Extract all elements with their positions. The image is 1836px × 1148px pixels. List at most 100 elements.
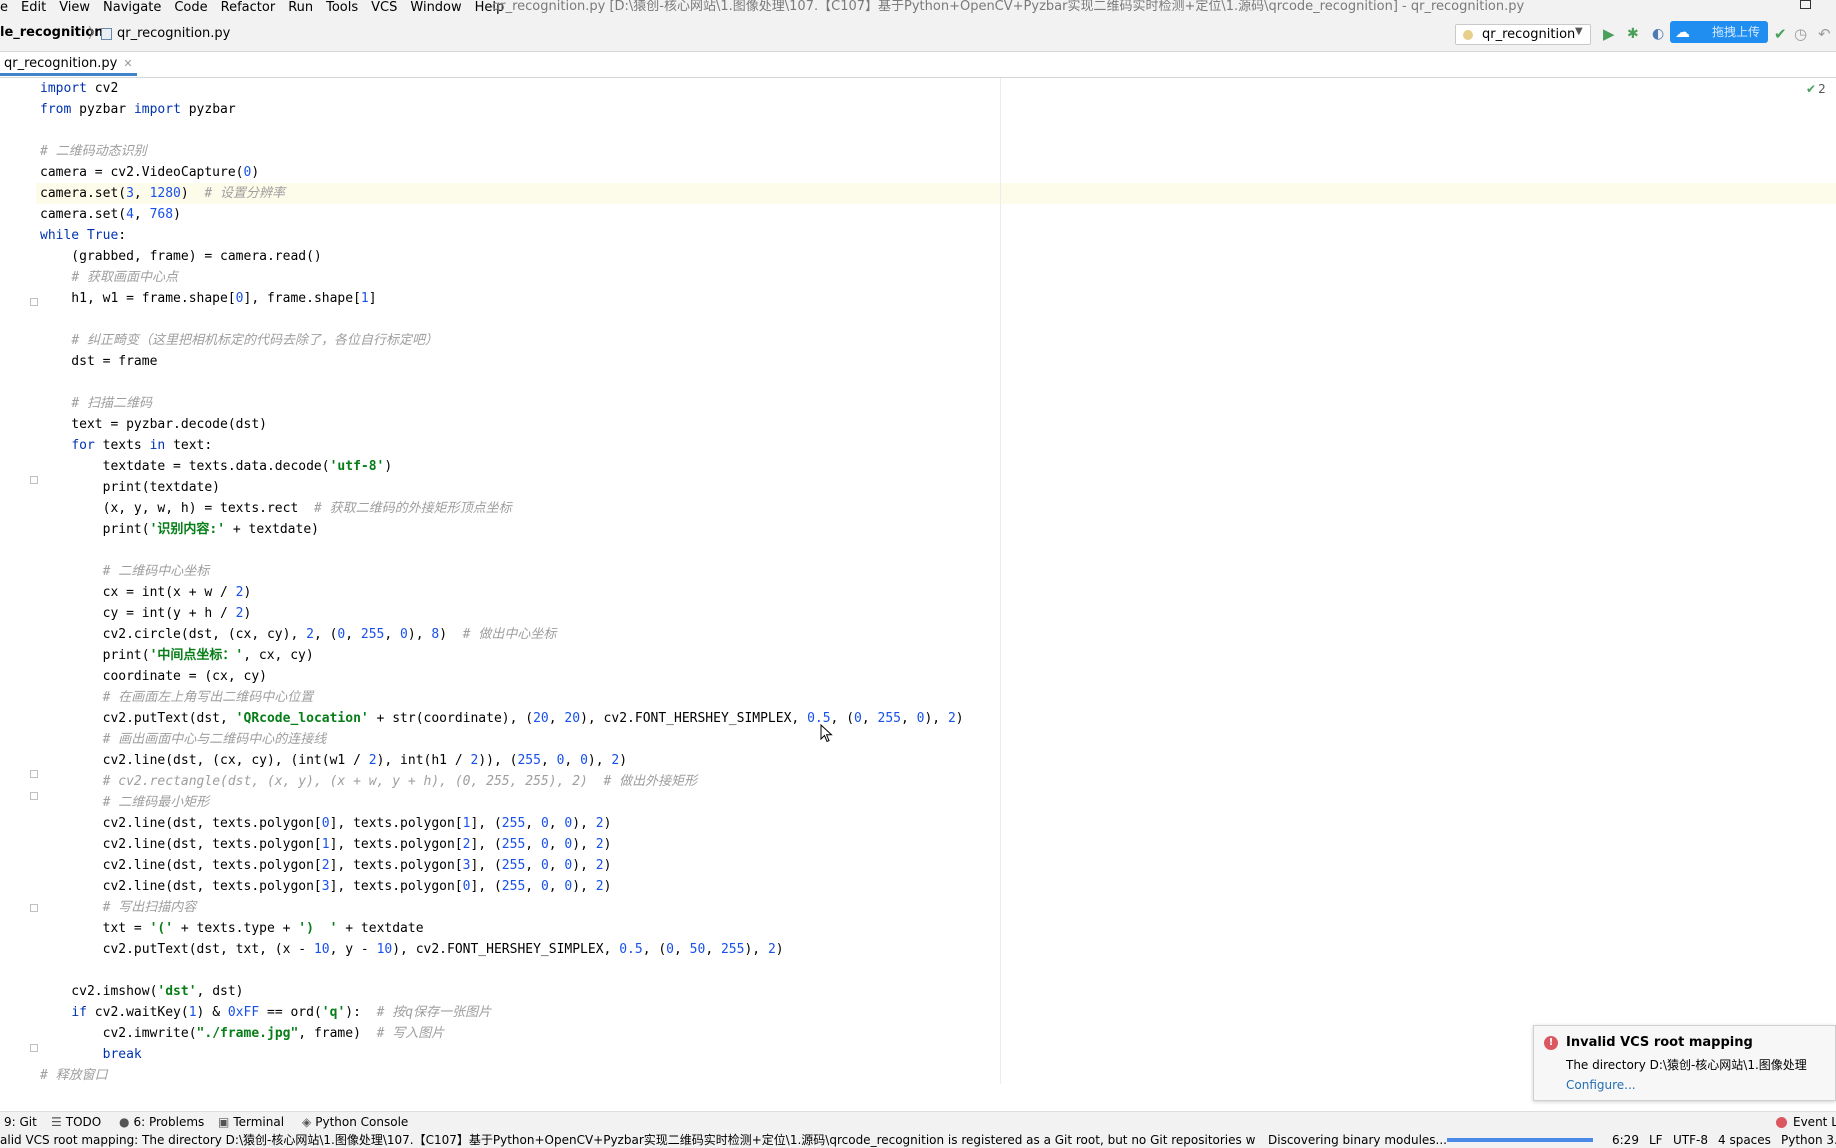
coverage-icon[interactable]: ◐ <box>1652 25 1664 43</box>
history-icon[interactable]: ◷ <box>1794 25 1807 43</box>
code-line[interactable]: import cv2 <box>40 78 964 99</box>
code-line[interactable]: cv2.imwrite("./frame.jpg", frame) # 写入图片 <box>40 1023 964 1044</box>
code-line[interactable]: camera.set(4, 768) <box>40 204 964 225</box>
menu-vcs[interactable]: VCS <box>365 0 404 16</box>
menu-run[interactable]: Run <box>282 0 320 16</box>
code-line[interactable]: cy = int(y + h / 2) <box>40 603 964 624</box>
close-icon[interactable]: ✕ <box>123 57 132 70</box>
tool-event-log[interactable]: Event Lo <box>1793 1115 1836 1129</box>
code-token: 768 <box>149 207 174 222</box>
vcs-commit-icon[interactable]: ✔ <box>1774 25 1787 43</box>
tool-terminal[interactable]: ▣ Terminal <box>218 1115 284 1129</box>
code-line[interactable]: # 扫描二维码 <box>40 393 964 414</box>
indent-setting[interactable]: 4 spaces <box>1718 1133 1771 1148</box>
fold-marker-icon[interactable] <box>30 298 38 306</box>
menu-refactor[interactable]: Refactor <box>215 0 283 16</box>
code-line[interactable]: cv2.line(dst, texts.polygon[2], texts.po… <box>40 855 964 876</box>
status-message[interactable]: alid VCS root mapping: The directory D:\… <box>0 1133 1255 1148</box>
code-line[interactable] <box>40 960 964 981</box>
python-interpreter[interactable]: Python 3. <box>1781 1133 1836 1148</box>
code-line[interactable] <box>40 120 964 141</box>
code-line[interactable]: cv2.line(dst, (cx, cy), (int(w1 / 2), in… <box>40 750 964 771</box>
code-token: 2 <box>595 879 604 894</box>
code-line[interactable]: print(textdate) <box>40 477 964 498</box>
menu-view[interactable]: View <box>53 0 97 16</box>
fold-marker-icon[interactable] <box>30 770 38 778</box>
code-line[interactable]: cv2.line(dst, texts.polygon[1], texts.po… <box>40 834 964 855</box>
code-line[interactable] <box>40 372 964 393</box>
code-line[interactable]: # 二维码最小矩形 <box>40 792 964 813</box>
code-line[interactable]: txt = '(' + texts.type + ') ' + textdate <box>40 918 964 939</box>
code-line[interactable]: cv2.circle(dst, (cx, cy), 2, (0, 255, 0)… <box>40 624 964 645</box>
cloud-upload-button[interactable]: ☁ 拖拽上传 <box>1670 21 1768 43</box>
code-line[interactable]: cx = int(x + w / 2) <box>40 582 964 603</box>
tool-python-console[interactable]: ◈ Python Console <box>302 1115 408 1129</box>
fold-marker-icon[interactable] <box>30 904 38 912</box>
code-editor[interactable]: ✔ 2 import cv2 from pyzbar import pyzbar # … <box>0 78 1836 1084</box>
code-line[interactable]: print('中间点坐标：', cx, cy) <box>40 645 964 666</box>
fold-marker-icon[interactable] <box>30 476 38 484</box>
code-line[interactable]: camera = cv2.VideoCapture(0) <box>40 162 964 183</box>
line-separator[interactable]: LF <box>1649 1133 1663 1148</box>
code-area[interactable]: import cv2 from pyzbar import pyzbar # 二维码… <box>40 78 964 1086</box>
caret-position[interactable]: 6:29 <box>1612 1133 1639 1148</box>
menu-items: e Edit View Navigate Code Refactor Run T… <box>0 0 511 16</box>
background-task-label[interactable]: Discovering binary modules... <box>1268 1133 1447 1148</box>
code-line[interactable]: (grabbed, frame) = camera.read() <box>40 246 964 267</box>
configure-link[interactable]: Configure... <box>1566 1078 1636 1092</box>
code-line[interactable]: # 获取画面中心点 <box>40 267 964 288</box>
code-line[interactable]: cv2.putText(dst, txt, (x - 10, y - 10), … <box>40 939 964 960</box>
code-line[interactable]: cv2.line(dst, texts.polygon[3], texts.po… <box>40 876 964 897</box>
restore-window-icon[interactable] <box>1800 0 1811 9</box>
code-line[interactable] <box>40 309 964 330</box>
rollback-icon[interactable]: ↶ <box>1818 25 1831 43</box>
code-line[interactable]: # 二维码动态识别 <box>40 141 964 162</box>
menu-window[interactable]: Window <box>404 0 468 16</box>
tab-qr-recognition[interactable]: qr_recognition.py ✕ <box>0 54 137 76</box>
code-line[interactable]: text = pyzbar.decode(dst) <box>40 414 964 435</box>
menu-code[interactable]: Code <box>168 0 214 16</box>
code-line[interactable]: # cv2.rectangle(dst, (x, y), (x + w, y +… <box>40 771 964 792</box>
code-token: , <box>133 186 150 201</box>
code-line[interactable]: # 在画面左上角写出二维码中心位置 <box>40 687 964 708</box>
code-line[interactable]: dst = frame <box>40 351 964 372</box>
inspection-widget[interactable]: ✔ 2 <box>1806 82 1826 96</box>
code-token: 3 <box>126 186 134 201</box>
menu-tools[interactable]: Tools <box>320 0 365 16</box>
code-line[interactable]: break <box>40 1044 964 1065</box>
code-line[interactable]: for texts in text: <box>40 435 964 456</box>
fold-marker-icon[interactable] <box>30 792 38 800</box>
run-icon[interactable]: ▶ <box>1603 25 1615 43</box>
menu-edit[interactable]: Edit <box>15 0 53 16</box>
menu-navigate[interactable]: Navigate <box>97 0 168 16</box>
code-line[interactable]: camera.set(3, 1280) # 设置分辨率 <box>40 183 964 204</box>
notification-balloon[interactable]: ! Invalid VCS root mapping The directory… <box>1533 1025 1836 1101</box>
code-line[interactable]: cv2.line(dst, texts.polygon[0], texts.po… <box>40 813 964 834</box>
code-line[interactable]: # 二维码中心坐标 <box>40 561 964 582</box>
debug-icon[interactable]: ✱ <box>1627 25 1639 43</box>
code-line[interactable]: textdate = texts.data.decode('utf-8') <box>40 456 964 477</box>
menu-file[interactable]: e <box>0 0 15 16</box>
fold-marker-icon[interactable] <box>30 1044 38 1052</box>
breadcrumb-file[interactable]: qr_recognition.py <box>117 26 230 41</box>
code-line[interactable]: coordinate = (cx, cy) <box>40 666 964 687</box>
code-line[interactable]: if cv2.waitKey(1) & 0xFF == ord('q'): # … <box>40 1002 964 1023</box>
code-token: ) <box>243 585 252 600</box>
file-encoding[interactable]: UTF-8 <box>1673 1133 1708 1148</box>
code-line[interactable]: (x, y, w, h) = texts.rect # 获取二维码的外接矩形顶点… <box>40 498 964 519</box>
code-token: ), <box>407 627 432 642</box>
tool-git[interactable]: 9: Git <box>4 1115 37 1129</box>
tool-problems[interactable]: ● 6: Problems <box>119 1115 204 1129</box>
code-line[interactable] <box>40 540 964 561</box>
code-line[interactable]: from pyzbar import pyzbar <box>40 99 964 120</box>
code-token: , <box>345 627 361 642</box>
code-line[interactable]: # 释放窗口 <box>40 1065 964 1086</box>
code-line[interactable]: # 写出扫描内容 <box>40 897 964 918</box>
run-configuration-select[interactable]: qr_recognition ▼ <box>1455 24 1591 45</box>
code-line[interactable]: cv2.imshow('dst', dst) <box>40 981 964 1002</box>
code-line[interactable]: # 纠正畸变（这里把相机标定的代码去除了，各位自行标定吧） <box>40 330 964 351</box>
tool-todo[interactable]: ☰ TODO <box>51 1115 101 1129</box>
code-line[interactable]: h1, w1 = frame.shape[0], frame.shape[1] <box>40 288 964 309</box>
code-line[interactable]: while True: <box>40 225 964 246</box>
code-line[interactable]: print('识别内容:' + textdate) <box>40 519 964 540</box>
